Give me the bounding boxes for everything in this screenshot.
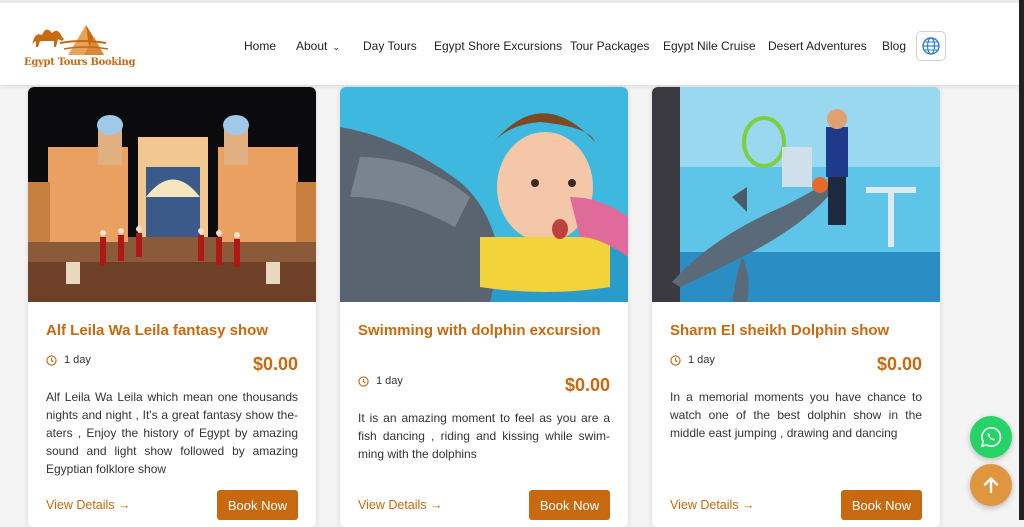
view-details-label: View Details (670, 498, 739, 512)
duration-text: 1 day (64, 354, 91, 366)
clock-icon (358, 375, 369, 387)
globe-icon (922, 37, 940, 55)
nav-nile-cruise[interactable]: Egypt Nile Cruise (663, 39, 756, 53)
tour-description: It is an amazing moment to feel as you a… (358, 411, 610, 461)
nav-about-label: About (296, 39, 328, 53)
brand-name: Egypt Tours Booking (24, 57, 136, 68)
window-edge (1019, 0, 1024, 520)
view-details-label: View Details (46, 498, 115, 512)
arrow-right-icon: → (118, 498, 131, 512)
tour-image-dolphin-swim[interactable] (340, 87, 628, 302)
clock-icon (46, 354, 57, 366)
clock-icon (670, 354, 681, 366)
tour-image-dolphin-show[interactable] (652, 87, 940, 302)
site-logo[interactable]: Egypt Tours Booking (24, 17, 136, 73)
nav-tour-packages[interactable]: Tour Packages (570, 39, 649, 53)
tour-duration: 1 day (358, 375, 403, 387)
view-details-label: View Details (358, 498, 427, 512)
tour-card: Alf Leila Wa Leila fantasy show 1 day $0… (28, 87, 316, 527)
tour-title[interactable]: Alf Leila Wa Leila fantasy show (46, 320, 301, 341)
duration-text: 1 day (688, 354, 715, 366)
tour-card: Sharm El sheikh Dolphin show 1 day $0.00… (652, 87, 940, 527)
nav-desert-adventures[interactable]: Desert Adventures (768, 39, 867, 53)
tour-duration: 1 day (46, 354, 91, 366)
tour-image-palace-show[interactable] (28, 87, 316, 302)
book-now-button[interactable]: Book Now (529, 490, 610, 520)
book-now-button[interactable]: Book Now (217, 490, 298, 520)
tour-description: Alf Leila Wa Leila which mean one thousa… (46, 390, 298, 476)
tour-title[interactable]: Swimming with dolphin excursion (358, 320, 613, 341)
duration-text: 1 day (376, 375, 403, 387)
scroll-to-top-button[interactable] (970, 464, 1012, 506)
tour-price: $0.00 (564, 375, 610, 395)
whatsapp-button[interactable] (970, 416, 1012, 458)
nav-day-tours[interactable]: Day Tours (363, 39, 417, 53)
nav-home[interactable]: Home (244, 39, 276, 53)
nav-blog[interactable]: Blog (882, 39, 906, 53)
whatsapp-icon (980, 427, 1002, 448)
tour-price: $0.00 (876, 354, 922, 374)
tour-duration: 1 day (670, 354, 715, 366)
arrow-right-icon: → (430, 498, 443, 512)
view-details-link[interactable]: View Details → (46, 498, 131, 512)
nav-about[interactable]: About ⌄ (296, 39, 340, 53)
book-now-button[interactable]: Book Now (841, 490, 922, 520)
camel-pyramid-logo-icon (32, 25, 109, 55)
arrow-up-icon (983, 477, 999, 494)
site-header: Egypt Tours Booking Home About ⌄ Day Tour… (0, 0, 1024, 85)
view-details-link[interactable]: View Details → (670, 498, 755, 512)
chevron-down-icon: ⌄ (332, 42, 340, 52)
nav-shore-excursions[interactable]: Egypt Shore Excursions (434, 39, 562, 53)
tour-price: $0.00 (252, 354, 298, 374)
tour-description: In a memorial moments you have chance to… (670, 390, 922, 440)
tour-title[interactable]: Sharm El sheikh Dolphin show (670, 320, 925, 341)
tour-card: Swimming with dolphin excursion 1 day $0… (340, 87, 628, 527)
arrow-right-icon: → (742, 498, 755, 512)
language-button[interactable] (916, 31, 946, 61)
view-details-link[interactable]: View Details → (358, 498, 443, 512)
